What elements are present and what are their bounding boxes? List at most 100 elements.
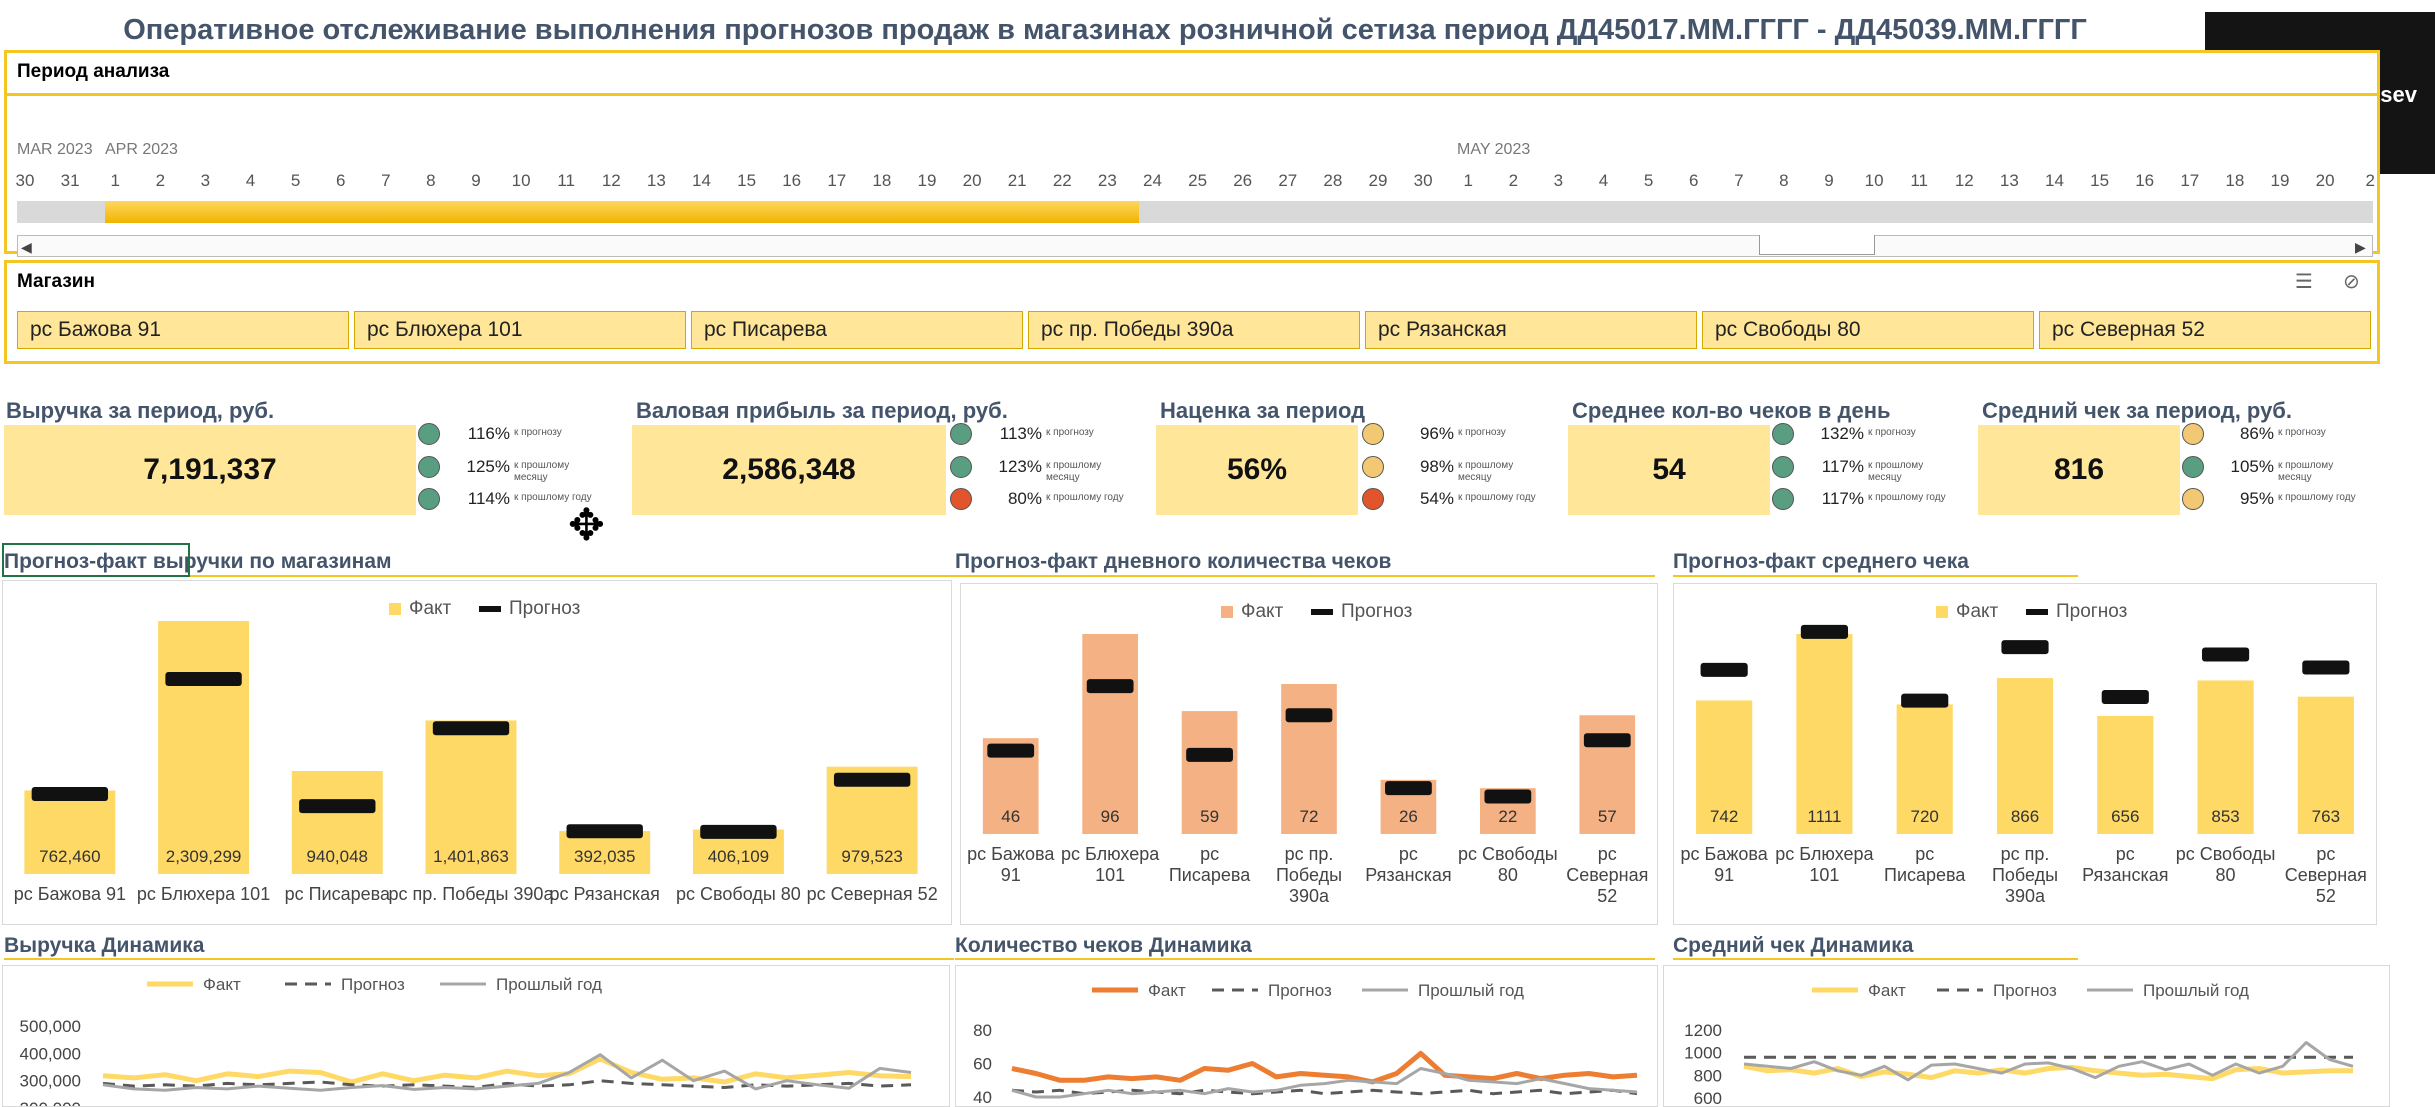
- timeline-day[interactable]: 16: [2125, 171, 2165, 191]
- multi-select-icon[interactable]: ☰: [2295, 269, 2313, 294]
- timeline-day[interactable]: 2: [1493, 171, 1533, 191]
- category-label: 80: [2216, 865, 2236, 885]
- timeline-day[interactable]: 12: [591, 171, 631, 191]
- timeline-day[interactable]: 14: [682, 171, 722, 191]
- timeline-day[interactable]: 19: [2260, 171, 2300, 191]
- timeline-day[interactable]: 8: [411, 171, 451, 191]
- timeline-day[interactable]: 9: [456, 171, 496, 191]
- avgcheck-by-store-title: Прогноз-факт среднего чека: [1673, 550, 1969, 573]
- timeline-day[interactable]: 11: [546, 171, 586, 191]
- period-timeline-slicer[interactable]: Период анализа MAR 2023 APR 2023 MAY 202…: [4, 50, 2380, 257]
- timeline-day[interactable]: 16: [772, 171, 812, 191]
- indicator-percent: 105%: [2230, 457, 2274, 476]
- timeline-day[interactable]: 6: [1674, 171, 1714, 191]
- revenue-line-chart[interactable]: Факт Прогноз Прошлый год 500,000 400,000 300,…: [2, 965, 950, 1107]
- status-indicator-icon: [1362, 423, 1384, 445]
- bar-data-label: 1111: [1807, 807, 1841, 826]
- timeline-day[interactable]: 11: [1899, 171, 1939, 191]
- category-label: 390а: [1289, 886, 1330, 906]
- timeline-day[interactable]: 3: [185, 171, 225, 191]
- store-button-bazhova[interactable]: рс Бажова 91: [17, 311, 349, 349]
- revenue-bar-chart[interactable]: Факт Прогноз 762,460 рс Бажова 91 2,309,299 р…: [2, 580, 952, 925]
- timeline-day[interactable]: 1: [1448, 171, 1488, 191]
- timeline-day[interactable]: 20: [2305, 171, 2345, 191]
- timeline-day[interactable]: 17: [817, 171, 857, 191]
- series-line: [102, 1056, 912, 1085]
- timeline-day[interactable]: 14: [2035, 171, 2075, 191]
- checks-line-chart[interactable]: Факт Прогноз Прошлый год 80 60 40: [955, 965, 1658, 1107]
- bar-forecast-marker: [833, 772, 911, 787]
- timeline-day[interactable]: 4: [231, 171, 271, 191]
- timeline-day[interactable]: 3: [1538, 171, 1578, 191]
- timeline-day[interactable]: 1: [95, 171, 135, 191]
- timeline-day[interactable]: 15: [2080, 171, 2120, 191]
- avgcheck-line-chart[interactable]: Факт Прогноз Прошлый год 1200 1000 800 600: [1663, 965, 2390, 1107]
- timeline-day[interactable]: 30: [1403, 171, 1443, 191]
- timeline-day[interactable]: 27: [1268, 171, 1308, 191]
- timeline-day[interactable]: 12: [1944, 171, 1984, 191]
- timeline-day[interactable]: 20: [952, 171, 992, 191]
- timeline-day[interactable]: 25: [1178, 171, 1218, 191]
- indicator-percent: 132%: [1820, 424, 1864, 443]
- store-button-severnaya[interactable]: рс Северная 52: [2039, 311, 2371, 349]
- timeline-day[interactable]: 8: [1764, 171, 1804, 191]
- legend-forecast-label: Прогноз: [2056, 601, 2127, 622]
- timeline-day[interactable]: 29: [1358, 171, 1398, 191]
- timeline-day[interactable]: 2: [2350, 171, 2390, 191]
- selected-cell[interactable]: [2, 543, 190, 577]
- timeline-day[interactable]: 19: [907, 171, 947, 191]
- scroll-left-icon[interactable]: ◀: [21, 239, 32, 256]
- status-indicator-icon: [1772, 456, 1794, 478]
- indicator-label: к прошлому месяцу: [2278, 460, 2334, 483]
- timeline-day[interactable]: 21: [997, 171, 1037, 191]
- timeline-day[interactable]: 15: [727, 171, 767, 191]
- section-underline: [955, 958, 1655, 960]
- revenue-dynamics-title: Выручка Динамика: [4, 934, 205, 957]
- timeline-day[interactable]: 30: [5, 171, 45, 191]
- timeline-day[interactable]: 2: [140, 171, 180, 191]
- timeline-day[interactable]: 13: [1989, 171, 2029, 191]
- scroll-right-icon[interactable]: ▶: [2355, 239, 2366, 256]
- y-tick-label: 300,000: [20, 1072, 81, 1091]
- timeline-day[interactable]: 7: [1719, 171, 1759, 191]
- store-button-pisareva[interactable]: рс Писарева: [691, 311, 1023, 349]
- clear-filter-icon[interactable]: ⊘: [2343, 269, 2360, 294]
- timeline-day[interactable]: 26: [1223, 171, 1263, 191]
- timeline-day[interactable]: 10: [501, 171, 541, 191]
- timeline-day[interactable]: 4: [1584, 171, 1624, 191]
- timeline-day[interactable]: 24: [1133, 171, 1173, 191]
- avgcheck-bar-chart[interactable]: Факт Прогноз 742 рс Бажова 91 1111 рс Блюхера 1…: [1673, 583, 2377, 925]
- timeline-day[interactable]: 31: [50, 171, 90, 191]
- timeline-day[interactable]: 7: [366, 171, 406, 191]
- timeline-selection[interactable]: [105, 201, 1139, 223]
- timeline-day[interactable]: 10: [1854, 171, 1894, 191]
- timeline-day[interactable]: 23: [1087, 171, 1127, 191]
- timeline-day[interactable]: 18: [2215, 171, 2255, 191]
- category-label: рс: [1598, 844, 1617, 864]
- timeline-day[interactable]: 28: [1313, 171, 1353, 191]
- timeline-day[interactable]: 5: [1629, 171, 1669, 191]
- category-label: Северная: [1566, 865, 1648, 885]
- timeline-day[interactable]: 18: [862, 171, 902, 191]
- timeline-day[interactable]: 22: [1042, 171, 1082, 191]
- store-button-pobedy[interactable]: рс пр. Победы 390а: [1028, 311, 1360, 349]
- store-slicer[interactable]: Магазин ☰ ⊘ рс Бажова 91 рс Блюхера 101 …: [4, 260, 2380, 364]
- timeline-day[interactable]: 9: [1809, 171, 1849, 191]
- timeline-day[interactable]: 13: [636, 171, 676, 191]
- timeline-day[interactable]: 6: [321, 171, 361, 191]
- bar-fact: [1082, 634, 1138, 834]
- store-button-ryazanskaya[interactable]: рс Рязанская: [1365, 311, 1697, 349]
- move-cursor-icon: ✥: [568, 501, 605, 550]
- checks-bar-chart[interactable]: Факт Прогноз 46 рс Бажова 91 96 рс Блюхера 101 5…: [960, 583, 1658, 925]
- category-label: Победы: [1992, 865, 2058, 885]
- bar-data-label: 96: [1101, 807, 1120, 826]
- timeline-day[interactable]: 5: [276, 171, 316, 191]
- category-label: Писарева: [1169, 865, 1251, 885]
- timeline-day[interactable]: 17: [2170, 171, 2210, 191]
- indicator-label: к прогнозу: [1868, 427, 1916, 438]
- store-button-svobody[interactable]: рс Свободы 80: [1702, 311, 2034, 349]
- kpi-value: 816: [1978, 425, 2180, 515]
- timeline-scrollbar[interactable]: [17, 235, 2373, 257]
- store-button-blyukhera[interactable]: рс Блюхера 101: [354, 311, 686, 349]
- timeline-scroll-thumb[interactable]: [1759, 235, 1875, 255]
